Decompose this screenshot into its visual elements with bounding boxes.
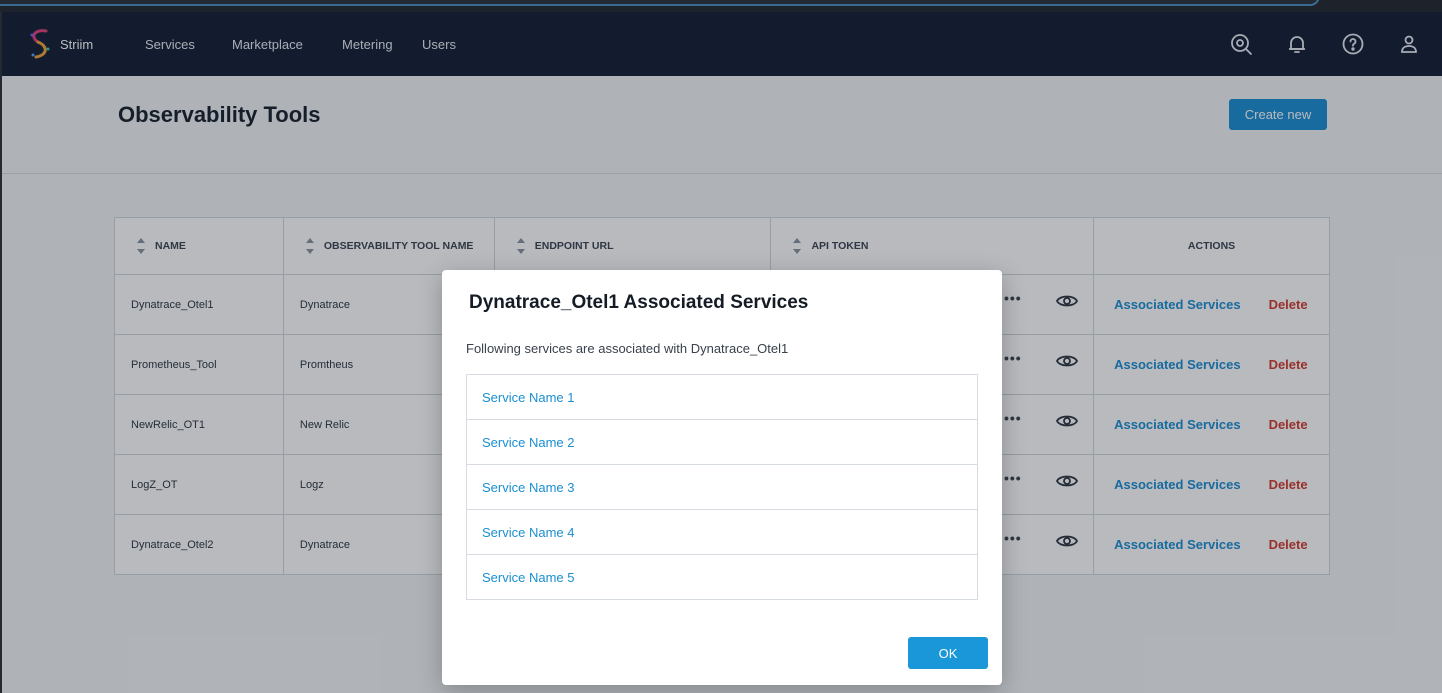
service-list: Service Name 1 Service Name 2 Service Na… <box>466 374 978 600</box>
ok-button[interactable]: OK <box>908 637 988 669</box>
associated-services-dialog: Dynatrace_Otel1 Associated Services Foll… <box>442 270 1002 685</box>
service-list-item[interactable]: Service Name 4 <box>467 510 977 555</box>
service-list-item[interactable]: Service Name 2 <box>467 420 977 465</box>
service-list-item[interactable]: Service Name 3 <box>467 465 977 510</box>
dialog-description: Following services are associated with D… <box>466 341 789 356</box>
dialog-title: Dynatrace_Otel1 Associated Services <box>469 292 809 313</box>
service-list-item[interactable]: Service Name 1 <box>467 375 977 420</box>
service-list-item[interactable]: Service Name 5 <box>467 555 977 599</box>
